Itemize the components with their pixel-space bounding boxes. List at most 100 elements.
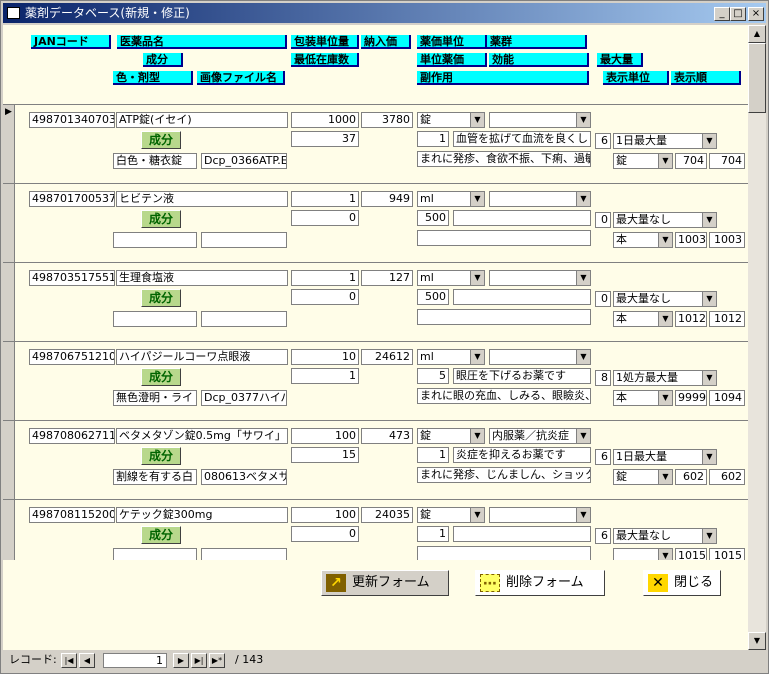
class-combo[interactable]: ▼ [489,112,591,128]
effect-field[interactable] [453,526,591,542]
disp-unit-combo[interactable]: 錠 ▼ [613,153,673,169]
dropdown-arrow-icon[interactable]: ▼ [702,371,716,385]
record-selector[interactable] [3,342,15,420]
dropdown-arrow-icon[interactable]: ▼ [702,134,716,148]
class-combo[interactable]: ▼ [489,270,591,286]
scroll-up-button[interactable]: ▲ [748,25,766,43]
drug-unit-combo[interactable]: ml ▼ [417,191,485,207]
delete-form-button[interactable]: ⋯ 削除フォーム [475,570,605,596]
color-field[interactable]: 白色・糖衣錠 [113,153,197,169]
effect-field[interactable] [453,289,591,305]
jan-field[interactable]: 4987080627111 [29,428,115,444]
dropdown-arrow-icon[interactable]: ▼ [702,213,716,227]
max-n-field[interactable]: 0 [595,212,611,228]
jan-field[interactable]: 4987035175513 [29,270,115,286]
effect-field[interactable]: 炎症を抑えるお薬です [453,447,591,463]
close-button[interactable]: ✕ 閉じる [643,570,721,596]
dropdown-arrow-icon[interactable]: ▼ [658,233,672,247]
price-field[interactable]: 127 [361,270,413,286]
pack-unit-field[interactable]: 1 [291,270,359,286]
disp-unit-combo[interactable]: 本 ▼ [613,390,673,406]
pack-unit-field[interactable]: 100 [291,428,359,444]
class-combo[interactable]: ▼ [489,191,591,207]
max-type-combo[interactable]: 最大量なし ▼ [613,212,717,228]
close-window-button[interactable]: × [748,7,764,21]
max-n-field[interactable]: 6 [595,449,611,465]
unit-price-field[interactable]: 1 [417,526,449,542]
max-n-field[interactable]: 6 [595,133,611,149]
max-type-combo[interactable]: 最大量なし ▼ [613,291,717,307]
image-field[interactable]: Dcp_0366ATP.E [201,153,287,169]
price-field[interactable]: 24612 [361,349,413,365]
disp-order-field-2[interactable]: 1012 [709,311,745,327]
disp-order-field[interactable]: 9999 [675,390,707,406]
dropdown-arrow-icon[interactable]: ▼ [470,113,484,127]
disp-order-field-2[interactable]: 1094 [709,390,745,406]
disp-order-field[interactable]: 704 [675,153,707,169]
dropdown-arrow-icon[interactable]: ▼ [576,113,590,127]
dropdown-arrow-icon[interactable]: ▼ [658,154,672,168]
side-effect-field[interactable]: まれに眼の充血、しみる、眼瞼炎、 [417,388,591,404]
name-field[interactable]: ヒビテン液 [116,191,288,207]
prev-record-button[interactable]: ◀ [79,653,95,668]
class-combo[interactable]: ▼ [489,507,591,523]
vertical-scrollbar[interactable]: ▲ ▼ [748,25,766,650]
dropdown-arrow-icon[interactable]: ▼ [470,271,484,285]
disp-unit-combo[interactable]: 本 ▼ [613,232,673,248]
effect-field[interactable] [453,210,591,226]
price-field[interactable]: 24035 [361,507,413,523]
record-selector[interactable]: ▶ [3,105,15,183]
dropdown-arrow-icon[interactable]: ▼ [470,192,484,206]
min-stock-field[interactable]: 0 [291,526,359,542]
ingredient-button[interactable]: 成分 [141,526,181,544]
class-combo[interactable]: 内服薬／抗炎症 ▼ [489,428,591,444]
ingredient-button[interactable]: 成分 [141,131,181,149]
dropdown-arrow-icon[interactable]: ▼ [702,529,716,543]
name-field[interactable]: 生理食塩液 [116,270,288,286]
side-effect-field[interactable] [417,309,591,325]
side-effect-field[interactable]: まれに発疹、じんましん、ショック、 [417,467,591,483]
image-field[interactable] [201,232,287,248]
name-field[interactable]: ATP錠(イセイ) [116,112,288,128]
unit-price-field[interactable]: 1 [417,131,449,147]
pack-unit-field[interactable]: 10 [291,349,359,365]
jan-field[interactable]: 4987017005371 [29,191,115,207]
dropdown-arrow-icon[interactable]: ▼ [470,429,484,443]
color-field[interactable]: 割線を有する白 [113,469,197,485]
new-record-button[interactable]: ▶* [209,653,225,668]
name-field[interactable]: ケテック錠300mg [116,507,288,523]
ingredient-button[interactable]: 成分 [141,368,181,386]
disp-order-field[interactable]: 602 [675,469,707,485]
disp-unit-combo[interactable]: 錠 ▼ [613,469,673,485]
color-field[interactable] [113,232,197,248]
dropdown-arrow-icon[interactable]: ▼ [576,350,590,364]
min-stock-field[interactable]: 0 [291,289,359,305]
dropdown-arrow-icon[interactable]: ▼ [576,271,590,285]
scroll-down-button[interactable]: ▼ [748,632,766,650]
side-effect-field[interactable] [417,230,591,246]
ingredient-button[interactable]: 成分 [141,289,181,307]
side-effect-field[interactable]: まれに発疹、食欲不振、下痢、過敏症 [417,151,591,167]
effect-field[interactable]: 血管を拡げて血流を良くします [453,131,591,147]
dropdown-arrow-icon[interactable]: ▼ [576,429,590,443]
min-stock-field[interactable]: 0 [291,210,359,226]
min-stock-field[interactable]: 37 [291,131,359,147]
max-n-field[interactable]: 8 [595,370,611,386]
image-field[interactable]: Dcp_0377ハイパ [201,390,287,406]
unit-price-field[interactable]: 500 [417,289,449,305]
min-stock-field[interactable]: 1 [291,368,359,384]
drug-unit-combo[interactable]: 錠 ▼ [417,507,485,523]
scroll-thumb[interactable] [748,43,766,113]
unit-price-field[interactable]: 1 [417,447,449,463]
dropdown-arrow-icon[interactable]: ▼ [470,350,484,364]
color-field[interactable] [113,311,197,327]
disp-order-field-2[interactable]: 1003 [709,232,745,248]
record-selector[interactable] [3,421,15,499]
drug-unit-combo[interactable]: 錠 ▼ [417,428,485,444]
price-field[interactable]: 949 [361,191,413,207]
ingredient-button[interactable]: 成分 [141,447,181,465]
max-n-field[interactable]: 0 [595,291,611,307]
dropdown-arrow-icon[interactable]: ▼ [658,470,672,484]
dropdown-arrow-icon[interactable]: ▼ [658,391,672,405]
disp-unit-combo[interactable]: 本 ▼ [613,311,673,327]
